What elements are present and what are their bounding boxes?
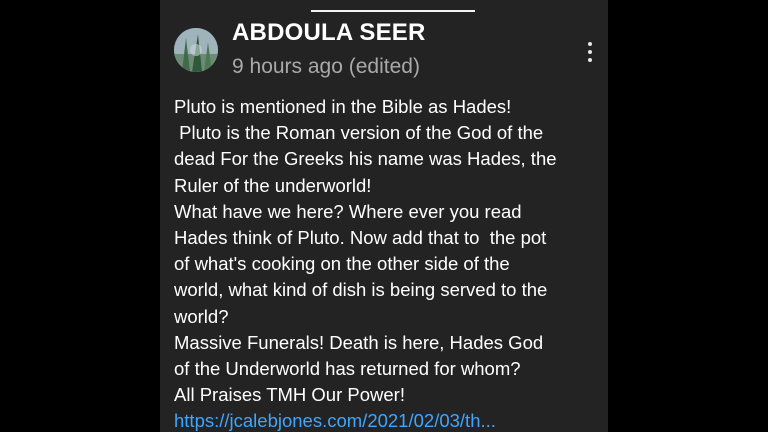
more-options-button[interactable] (580, 38, 600, 66)
comment-link[interactable]: https://jcalebjones.com/2021/02/03/th... (174, 408, 604, 432)
vertical-ellipsis-icon (588, 42, 592, 46)
comment-text-line: world, what kind of dish is being served… (174, 279, 548, 301)
comment-text-line: dead For the Greeks his name was Hades, … (174, 148, 557, 170)
comment-text-line: world? (174, 305, 229, 327)
comment-text-line: of the Underworld has returned for whom? (174, 357, 521, 379)
comment-text-line: Massive Funerals! Death is here, Hades G… (174, 331, 544, 353)
comment-timestamp: 9 hours ago (edited) (232, 55, 420, 78)
comment-text-line: Pluto is mentioned in the Bible as Hades… (174, 96, 512, 117)
comment-card: ABDOULA SEER 9 hours ago (edited) Pluto … (160, 0, 608, 432)
comment-text-line: Hades think of Pluto. Now add that to th… (174, 226, 547, 248)
comment-text-line: Pluto is the Roman version of the God of… (174, 122, 544, 144)
comment-body: Pluto is mentioned in the Bible as Hades… (174, 94, 604, 432)
comment-text-line: All Praises TMH Our Power! (174, 384, 405, 406)
author-name[interactable]: ABDOULA SEER (232, 19, 426, 47)
vertical-ellipsis-icon (588, 58, 592, 62)
comment-text-line: Ruler of the underworld! (174, 174, 372, 196)
vertical-ellipsis-icon (588, 50, 592, 54)
drag-handle-bar (311, 10, 475, 12)
profile-photo-icon (174, 28, 218, 72)
letterbox-right (608, 0, 768, 432)
comment-text-line: of what's cooking on the other side of t… (174, 253, 510, 275)
comment-text-line: What have we here? Where ever you read (174, 200, 522, 222)
letterbox-left (0, 0, 160, 432)
avatar[interactable] (174, 28, 218, 72)
